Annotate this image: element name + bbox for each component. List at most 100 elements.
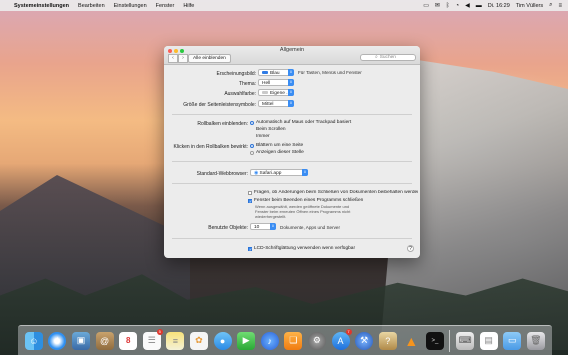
text-file-icon[interactable]: ▤ <box>479 331 498 350</box>
lcd-smoothing-label: LCD-Schriftglättung verwenden wenn verfü… <box>254 246 356 251</box>
volume-icon[interactable]: ◀ <box>465 2 470 9</box>
battery-icon[interactable]: ▬ <box>476 3 482 9</box>
safari-icon[interactable]: ✦ <box>48 331 67 350</box>
menu-help[interactable]: Hilfe <box>183 3 194 9</box>
search-placeholder: Suchen <box>379 55 396 60</box>
dock: ☺ ✦ ▣ @ 8 ☰ 5 ≡ ✿ ● ▶ ♪ ❑ ⚙ A 7 ⚒ ? ▲ >_… <box>18 325 552 355</box>
scrollclick-option-1: Blättern um eine Seite <box>256 143 304 148</box>
grey-swatch-icon <box>262 91 268 95</box>
preview-icon[interactable]: ▣ <box>71 331 90 350</box>
finder-icon[interactable]: ☺ <box>24 331 43 350</box>
recent-items-note: Dokumente, Apps und Server <box>280 225 341 230</box>
sidebar-size-label: Größe der Seitenleistensymbole: <box>183 102 256 108</box>
scrollbars-auto-radio[interactable]: Automatisch auf Maus oder Trackpad basie… <box>250 120 351 125</box>
separator <box>172 183 412 184</box>
theme-value: Hell <box>262 81 271 86</box>
recent-items-label: Benutzte Objekte: <box>208 225 248 231</box>
scrollbars-always-radio[interactable]: Immer <box>250 134 270 139</box>
window-title: Allgemein <box>279 47 305 53</box>
scrollbars-option-2: Beim Scrollen <box>256 127 286 132</box>
calendar-day: 8 <box>125 336 131 345</box>
notification-center-icon[interactable]: ≡ <box>558 3 562 9</box>
folder-icon[interactable]: ▭ <box>503 331 522 350</box>
wifi-icon[interactable]: ◔ <box>456 3 460 9</box>
unknown-app-icon[interactable]: ? <box>378 331 397 350</box>
browser-value: Safari.app <box>259 171 282 176</box>
radio-icon <box>250 150 254 155</box>
lcd-smoothing-checkbox[interactable]: ✓ LCD-Schriftglättung verwenden wenn ver… <box>248 246 398 252</box>
chevron-updown-icon: ⇕ <box>288 69 294 76</box>
scrollbars-label: Rollbalken einblenden: <box>197 121 248 127</box>
radio-selected-icon <box>250 120 254 125</box>
highlight-label: Auswahlfarbe: <box>224 91 256 97</box>
scrollclick-label: Klicken in den Rollbalken bewirkt: <box>173 144 248 150</box>
dock-separator <box>449 329 451 352</box>
contacts-icon[interactable]: @ <box>95 331 114 350</box>
appearance-note: Für Tasten, Menüs und Fenster <box>298 70 362 75</box>
window-titlebar: Allgemein ‹ › Alle einblenden ⌕ Suchen <box>164 46 420 65</box>
chevron-updown-icon: ⇕ <box>288 100 294 107</box>
separator <box>172 161 412 162</box>
ask-keep-changes-label: Fragen, ob Änderungen beim Schließen von… <box>254 190 418 195</box>
notification-badge: 7 <box>345 328 352 335</box>
clock[interactable]: Di. 16:29 <box>488 3 510 9</box>
browser-popup[interactable]: ◉ Safari.app ⇕ <box>250 169 308 176</box>
highlight-popup[interactable]: Eigene ... ⇕ <box>258 89 294 96</box>
help-button[interactable]: ? <box>407 245 414 252</box>
scrollclick-page-radio[interactable]: Blättern um eine Seite <box>250 143 303 148</box>
scrollbars-scrolling-radio[interactable]: Beim Scrollen <box>250 127 286 132</box>
back-button[interactable]: ‹ <box>168 54 178 63</box>
menu-app-name[interactable]: Systemeinstellungen <box>14 3 69 9</box>
forward-button[interactable]: › <box>178 54 188 63</box>
chevron-updown-icon: ⇕ <box>288 79 294 86</box>
menubar: Systemeinstellungen Bearbeiten Einstellu… <box>0 0 568 11</box>
app-store-icon[interactable]: A 7 <box>331 328 352 350</box>
xcode-icon[interactable]: ⚒ <box>355 331 374 350</box>
keyboard-icon[interactable]: ⌨ <box>456 331 475 350</box>
menu-settings[interactable]: Einstellungen <box>114 3 147 9</box>
chevron-updown-icon: ⇕ <box>288 89 294 96</box>
terminal-icon[interactable]: >_ <box>425 331 444 350</box>
calendar-icon[interactable]: 8 <box>119 331 138 350</box>
mail-icon[interactable]: ✉ <box>435 2 440 9</box>
close-windows-note: Wenn ausgewählt, werden geöffnete Dokume… <box>255 204 351 219</box>
screen-mirror-icon[interactable]: ▭ <box>423 2 429 9</box>
trash-icon[interactable]: 🗑 <box>526 331 545 350</box>
general-preferences-window: Allgemein ‹ › Alle einblenden ⌕ Suchen E… <box>164 46 420 258</box>
nav-buttons: ‹ › <box>168 54 188 63</box>
vlc-icon[interactable]: ▲ <box>402 332 420 350</box>
close-windows-label: Fenster beim Beenden eines Programms sch… <box>254 198 364 203</box>
checkmark-icon: ✓ <box>248 199 253 204</box>
radio-selected-icon <box>250 143 254 148</box>
search-field[interactable]: ⌕ Suchen <box>360 54 416 61</box>
checkbox-icon <box>248 191 252 195</box>
reminders-icon[interactable]: ☰ 5 <box>142 328 163 350</box>
appearance-value: Blau <box>270 71 280 76</box>
close-windows-checkbox[interactable]: ✓ Fenster beim Beenden eines Programms s… <box>248 198 418 204</box>
show-all-button[interactable]: Alle einblenden <box>188 54 231 63</box>
ibooks-icon[interactable]: ❑ <box>284 331 303 350</box>
messages-icon[interactable]: ● <box>213 331 232 350</box>
scrollclick-spot-radio[interactable]: Anzeigen dieser Stelle <box>250 150 304 155</box>
bluetooth-icon[interactable]: ᛒ <box>446 3 450 9</box>
user-name[interactable]: Tim Vüllers <box>516 3 543 9</box>
ask-keep-changes-checkbox[interactable]: Fragen, ob Änderungen beim Schließen von… <box>248 190 418 195</box>
system-preferences-icon[interactable]: ⚙ <box>307 331 326 350</box>
safari-small-icon: ◉ <box>254 171 259 176</box>
spotlight-icon[interactable]: ⌕ <box>549 2 552 9</box>
appearance-popup[interactable]: Blau ⇕ <box>258 69 294 76</box>
photos-icon[interactable]: ✿ <box>189 331 208 350</box>
scrollbars-option-1: Automatisch auf Maus oder Trackpad basie… <box>256 120 352 125</box>
blue-swatch-icon <box>262 71 268 75</box>
menu-edit[interactable]: Bearbeiten <box>78 3 105 9</box>
sidebar-size-popup[interactable]: Mittel ⇕ <box>258 100 294 107</box>
theme-popup[interactable]: Hell ⇕ <box>258 79 294 86</box>
menu-window[interactable]: Fenster <box>156 3 175 9</box>
notification-badge: 5 <box>156 328 163 335</box>
facetime-icon[interactable]: ▶ <box>237 331 256 350</box>
notes-icon[interactable]: ≡ <box>166 331 185 350</box>
recent-items-popup[interactable]: 10 ⇕ <box>250 223 276 230</box>
itunes-icon[interactable]: ♪ <box>260 331 279 350</box>
recent-items-value: 10 <box>254 225 260 230</box>
scrollbars-option-3: Immer <box>256 134 270 139</box>
